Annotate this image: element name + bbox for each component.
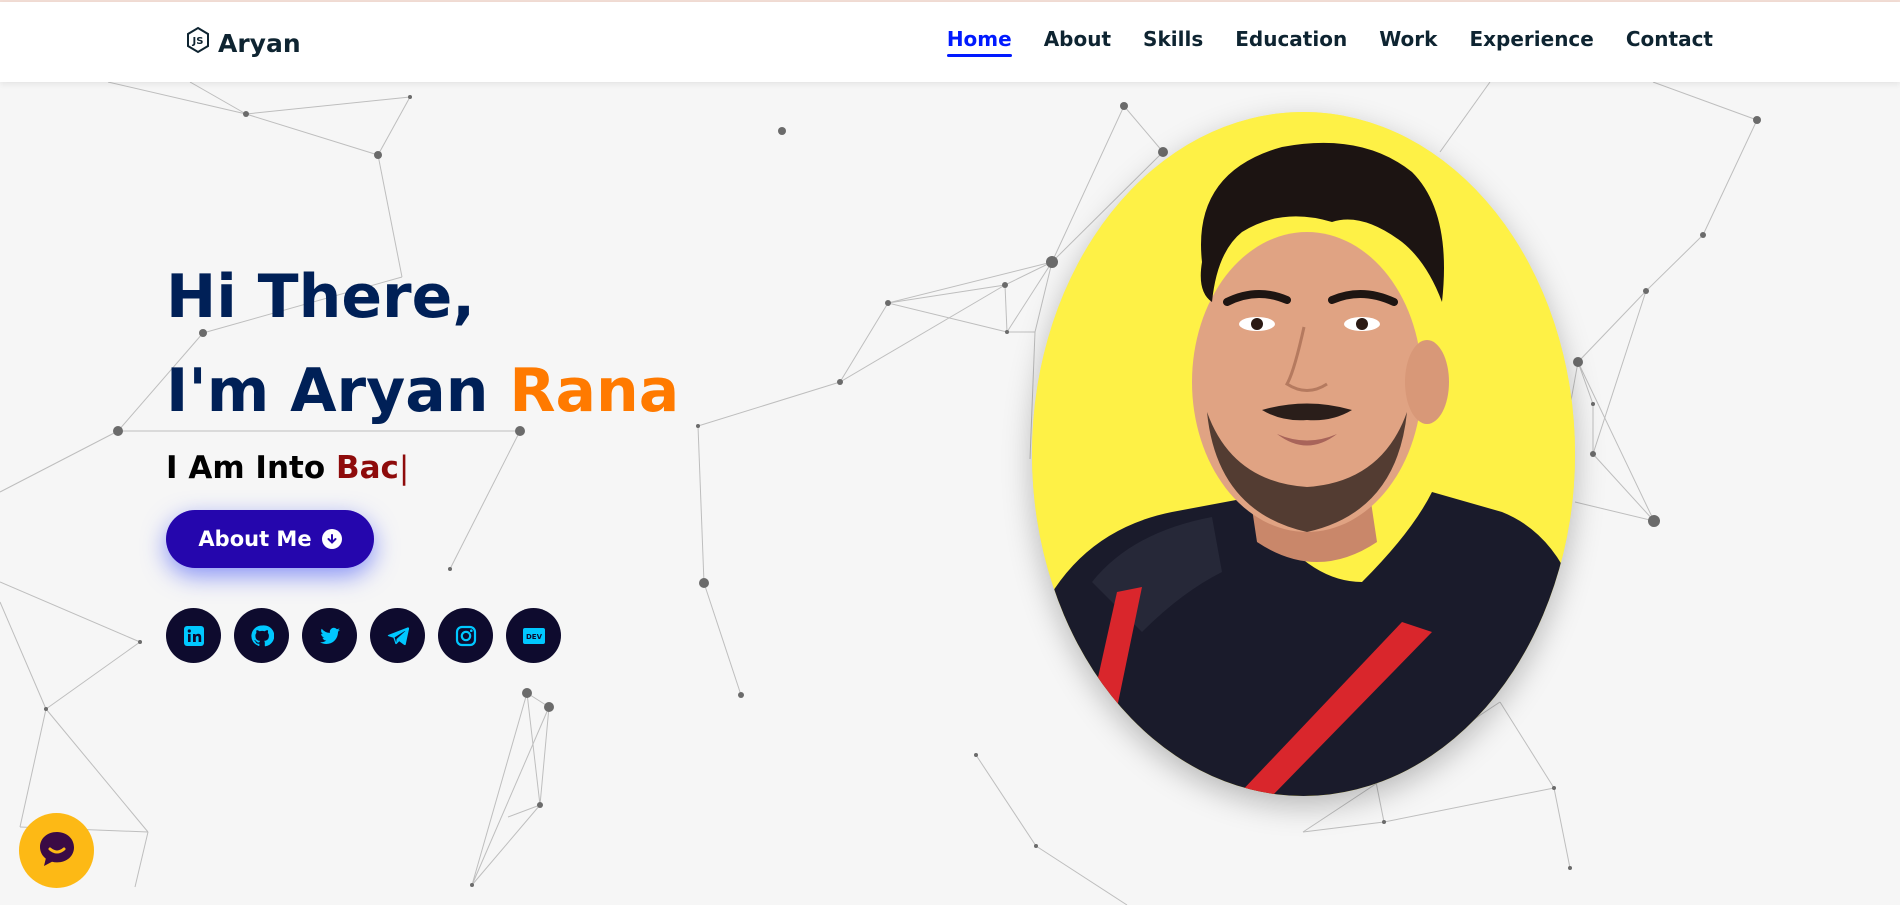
- profile-photo: [1032, 112, 1575, 796]
- chat-icon: [36, 828, 78, 874]
- nav-link-contact[interactable]: Contact: [1626, 27, 1713, 57]
- hero-greeting: Hi There,: [166, 262, 476, 332]
- hero-section: Hi There, I'm Aryan Rana I Am Into Bac| …: [166, 250, 679, 663]
- arrow-circle-down-icon: [321, 529, 342, 549]
- nav-link-education[interactable]: Education: [1235, 27, 1347, 57]
- svg-text:JS: JS: [192, 36, 204, 47]
- nav-link-skills[interactable]: Skills: [1143, 27, 1203, 57]
- nodejs-icon: JS: [184, 26, 212, 60]
- dev-icon-label: DEV: [525, 633, 542, 641]
- nav-link-work[interactable]: Work: [1379, 27, 1437, 57]
- instagram-icon[interactable]: [438, 608, 493, 663]
- chat-widget-button[interactable]: [19, 813, 94, 888]
- typed-text: Bac: [335, 450, 399, 486]
- hero-tagline: I Am Into Bac|: [166, 450, 679, 486]
- about-me-button[interactable]: About Me: [166, 510, 374, 568]
- nav-link-experience[interactable]: Experience: [1469, 27, 1593, 57]
- linkedin-icon[interactable]: [166, 608, 221, 663]
- nav-link-about[interactable]: About: [1044, 27, 1111, 57]
- typing-cursor: |: [398, 450, 410, 486]
- github-icon[interactable]: [234, 608, 289, 663]
- navbar: JS Aryan Home About Skills Education Wor…: [0, 2, 1900, 82]
- nav-link-home[interactable]: Home: [946, 27, 1012, 57]
- social-links: DEV: [166, 608, 679, 663]
- tagline-prefix: I Am Into: [166, 450, 336, 486]
- twitter-icon[interactable]: [302, 608, 357, 663]
- nav-menu: Home About Skills Education Work Experie…: [946, 2, 1713, 82]
- hero-name-prefix: I'm Aryan: [166, 356, 510, 426]
- telegram-icon[interactable]: [370, 608, 425, 663]
- logo[interactable]: JS Aryan: [184, 26, 301, 60]
- dev-icon[interactable]: DEV: [506, 608, 561, 663]
- hero-name: I'm Aryan Rana: [166, 344, 679, 438]
- logo-text: Aryan: [218, 28, 301, 58]
- about-me-label: About Me: [198, 527, 312, 551]
- hero-name-highlight: Rana: [509, 356, 680, 426]
